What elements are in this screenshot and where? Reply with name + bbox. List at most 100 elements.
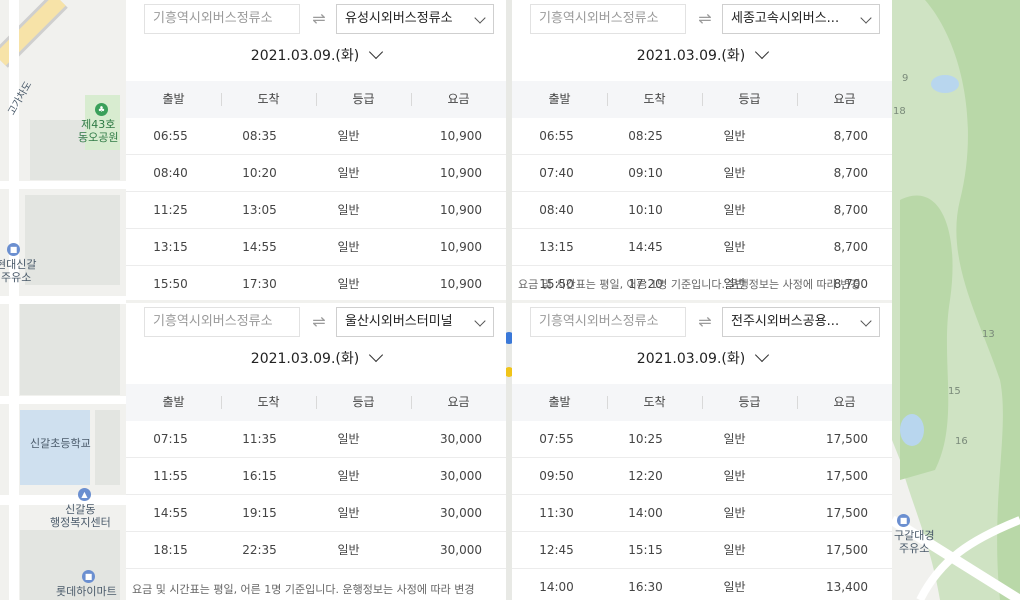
destination-select[interactable]: 전주시외버스공용...: [722, 307, 880, 337]
bus-class: 일반: [723, 580, 746, 594]
departure-field[interactable]: 기흥역시외버스정류소: [530, 4, 686, 34]
swap-icon[interactable]: ⇌: [690, 307, 720, 337]
table-row: 12:45 15:15 일반 17,500: [512, 532, 892, 569]
destination-select[interactable]: 울산시외버스터미널: [336, 307, 494, 337]
fare: 8,700: [833, 166, 868, 180]
departure-field[interactable]: 기흥역시외버스정류소: [530, 307, 686, 337]
bus-class: 일반: [337, 129, 360, 143]
table-header: 출발 도착 등급 요금: [512, 81, 892, 118]
swap-icon[interactable]: ⇌: [304, 4, 334, 34]
departure-time: 12:45: [539, 543, 574, 557]
col-fare: 요금: [411, 384, 506, 421]
bus-class: 일반: [337, 240, 360, 254]
fare: 8,700: [833, 129, 868, 143]
col-arrival: 도착: [221, 384, 316, 421]
departure-time: 11:55: [153, 469, 188, 483]
departure-time: 13:15: [153, 240, 188, 254]
bus-class: 일반: [723, 506, 746, 520]
school-label: 신갈초등학교: [30, 437, 91, 450]
chevron-down-icon: [755, 44, 770, 59]
table-row: 06:55 08:25 일반 8,700: [512, 118, 892, 155]
col-fare: 요금: [411, 81, 506, 118]
arrival-time: 10:25: [628, 432, 663, 446]
arrival-time: 14:55: [242, 240, 277, 254]
fare: 10,900: [440, 166, 482, 180]
bus-class: 일반: [723, 129, 746, 143]
fare: 17,500: [826, 432, 868, 446]
departure-time: 14:00: [539, 580, 574, 594]
date-selector[interactable]: 2021.03.09.(화): [512, 44, 892, 72]
fare: 17,500: [826, 543, 868, 557]
departure-field[interactable]: 기흥역시외버스정류소: [144, 4, 300, 34]
fare: 17,500: [826, 469, 868, 483]
col-departure: 출발: [162, 395, 185, 409]
chevron-down-icon: [755, 347, 770, 362]
departure-field[interactable]: 기흥역시외버스정류소: [144, 307, 300, 337]
arrival-time: 08:35: [242, 129, 277, 143]
fare: 8,700: [833, 240, 868, 254]
arrival-time: 12:20: [628, 469, 663, 483]
departure-time: 08:40: [539, 203, 574, 217]
departure-time: 14:55: [153, 506, 188, 520]
table-body: 06:55 08:25 일반 8,700 07:40 09:10 일반 8,700 08:40 1…: [512, 118, 892, 300]
chevron-down-icon: [860, 315, 872, 327]
col-departure: 출발: [162, 92, 185, 106]
bus-class: 일반: [337, 469, 360, 483]
destination-select[interactable]: 유성시외버스정류소: [336, 4, 494, 34]
departure-time: 08:40: [153, 166, 188, 180]
date-selector[interactable]: 2021.03.09.(화): [126, 44, 506, 72]
arrival-time: 16:15: [242, 469, 277, 483]
col-class: 등급: [702, 384, 797, 421]
fare: 10,900: [440, 277, 482, 291]
swap-icon[interactable]: ⇌: [690, 4, 720, 34]
swap-icon[interactable]: ⇌: [304, 307, 334, 337]
date-selector[interactable]: 2021.03.09.(화): [512, 347, 892, 375]
departure-time: 07:40: [539, 166, 574, 180]
hole-13-label: 13: [982, 329, 995, 340]
bus-stop-2-icon: ■: [897, 514, 910, 527]
arrival-time: 22:35: [242, 543, 277, 557]
arrival-time: 13:05: [242, 203, 277, 217]
table-row: 08:40 10:10 일반 8,700: [512, 192, 892, 229]
table-body: 07:15 11:35 일반 30,000 11:55 16:15 일반 30,000 14:5…: [126, 421, 506, 569]
timetable-panel-yuseong: 기흥역시외버스정류소 ⇌ 유성시외버스정류소 2021.03.09.(화) 출발…: [126, 0, 506, 300]
destination-select[interactable]: 세종고속시외버스...: [722, 4, 880, 34]
park-label: 제43호 동오공원: [78, 118, 119, 144]
date-selector[interactable]: 2021.03.09.(화): [126, 347, 506, 375]
fare: 10,900: [440, 240, 482, 254]
chevron-down-icon: [369, 347, 384, 362]
date-label: 2021.03.09.(화): [250, 47, 360, 64]
fare: 10,900: [440, 129, 482, 143]
bus-class: 일반: [337, 543, 360, 557]
date-label: 2021.03.09.(화): [636, 350, 746, 367]
fare: 13,400: [826, 580, 868, 594]
table-row: 07:15 11:35 일반 30,000: [126, 421, 506, 458]
table-row: 06:55 08:35 일반 10,900: [126, 118, 506, 155]
route-selector: 기흥역시외버스정류소 ⇌ 전주시외버스공용...: [530, 307, 880, 337]
departure-time: 07:55: [539, 432, 574, 446]
col-arrival: 도착: [607, 81, 702, 118]
bus-stop-label: 현대신갈 주유소: [0, 258, 37, 284]
fare: 30,000: [440, 469, 482, 483]
fare-notice: 요금 및 시간표는 평일, 어른 1명 기준입니다. 운행정보는 사정에 따라 …: [518, 278, 861, 291]
col-fare: 요금: [797, 81, 892, 118]
fare: 10,900: [440, 203, 482, 217]
arrival-time: 14:00: [628, 506, 663, 520]
bus-stop-2-label: 구갈대경 주유소: [894, 529, 935, 555]
fare: 30,000: [440, 543, 482, 557]
route-selector: 기흥역시외버스정류소 ⇌ 울산시외버스터미널: [144, 307, 494, 337]
chevron-down-icon: [474, 12, 486, 24]
arrival-time: 15:15: [628, 543, 663, 557]
departure-time: 11:25: [153, 203, 188, 217]
bus-class: 일반: [337, 203, 360, 217]
col-departure: 출발: [548, 395, 571, 409]
chevron-down-icon: [369, 44, 384, 59]
office-icon: ▲: [78, 488, 91, 501]
date-label: 2021.03.09.(화): [250, 350, 360, 367]
arrival-time: 08:25: [628, 129, 663, 143]
route-selector: 기흥역시외버스정류소 ⇌ 유성시외버스정류소: [144, 4, 494, 34]
table-row: 11:25 13:05 일반 10,900: [126, 192, 506, 229]
col-departure: 출발: [548, 92, 571, 106]
table-row: 11:55 16:15 일반 30,000: [126, 458, 506, 495]
departure-time: 13:15: [539, 240, 574, 254]
